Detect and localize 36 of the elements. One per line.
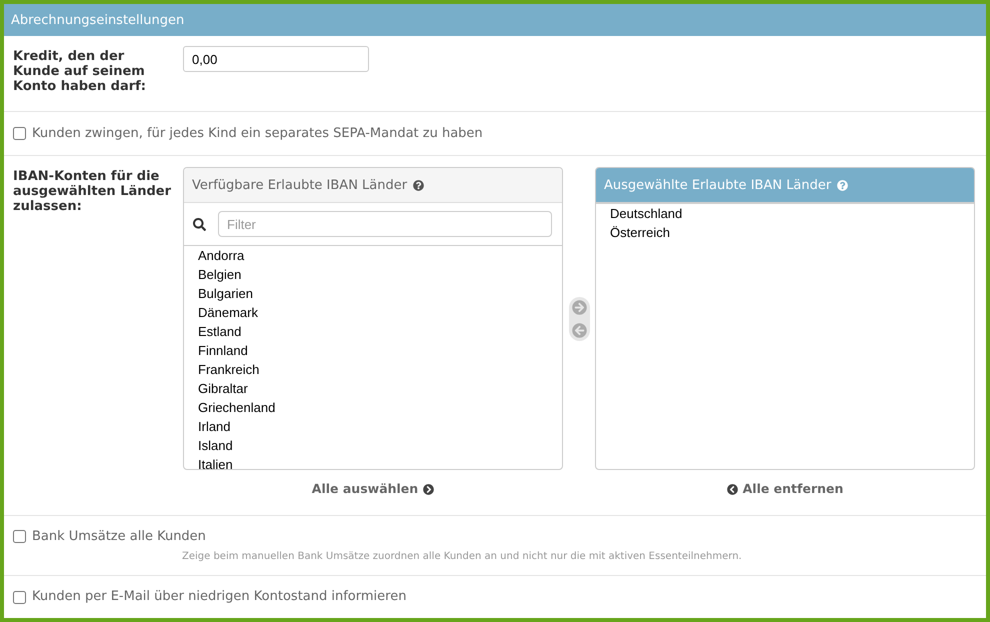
checkbox-label: Kunden zwingen, für jedes Kind ein separates SEPA-Mandat zu haben [32,126,483,142]
select-all-button[interactable]: Alle auswählen [312,481,434,497]
list-option[interactable]: Frankreich [194,360,264,379]
checkbox-label: Kunden per E-Mail über niedrigen Kontostand informieren [32,589,406,605]
list-option[interactable]: Finnland [194,341,252,360]
list-option[interactable]: Gibraltar [194,379,252,398]
field-label: IBAN-Konten für die ausgewählten Länder zulassen: [13,169,172,214]
help-text: Zeige beim manuellen Bank Umsätze zuordnen alle Kunden an und nicht nur die mit aktiven Essenteilnehmern. [182,550,742,562]
list-option[interactable]: Belgien [194,265,246,284]
panel-title: Ausgewählte Erlaubte IBAN Länder [604,178,832,192]
checkbox-label: Bank Umsätze alle Kunden [32,528,206,544]
list-option[interactable]: Griechenland [194,398,280,417]
help-icon[interactable] [413,180,424,190]
list-option[interactable]: Österreich [606,223,674,242]
chevron-circle-left-icon [726,484,738,494]
field-label: Kredit, den der Kunde auf seinem Konto haben darf: [13,49,147,94]
text-input-field[interactable]: 0,00 [183,46,369,72]
panel-title: Abrechnungseinstellungen [11,12,184,28]
list-option[interactable]: Bulgarien [194,284,257,303]
search-icon [193,218,206,230]
circle-arrow-right-icon [572,300,586,314]
list-option[interactable]: Deutschland [606,204,686,223]
remove-all-button[interactable]: Alle entfernen [726,481,844,497]
chevron-circle-right-icon [423,484,434,494]
list-option[interactable]: Dänemark [194,303,262,322]
checkbox[interactable] [13,590,26,604]
checkbox[interactable] [13,127,26,140]
list-option[interactable]: Italien [194,455,237,469]
panel-title: Verfügbare Erlaubte IBAN Länder [192,178,408,192]
list-option[interactable]: Estland [194,322,246,341]
list-option[interactable]: Andorra [194,246,248,265]
circle-arrow-left-icon [572,322,586,338]
list-option[interactable]: Island [194,436,237,455]
filter-field[interactable]: Filter [218,211,552,237]
list-option[interactable]: Irland [194,417,235,436]
checkbox[interactable] [13,530,26,543]
